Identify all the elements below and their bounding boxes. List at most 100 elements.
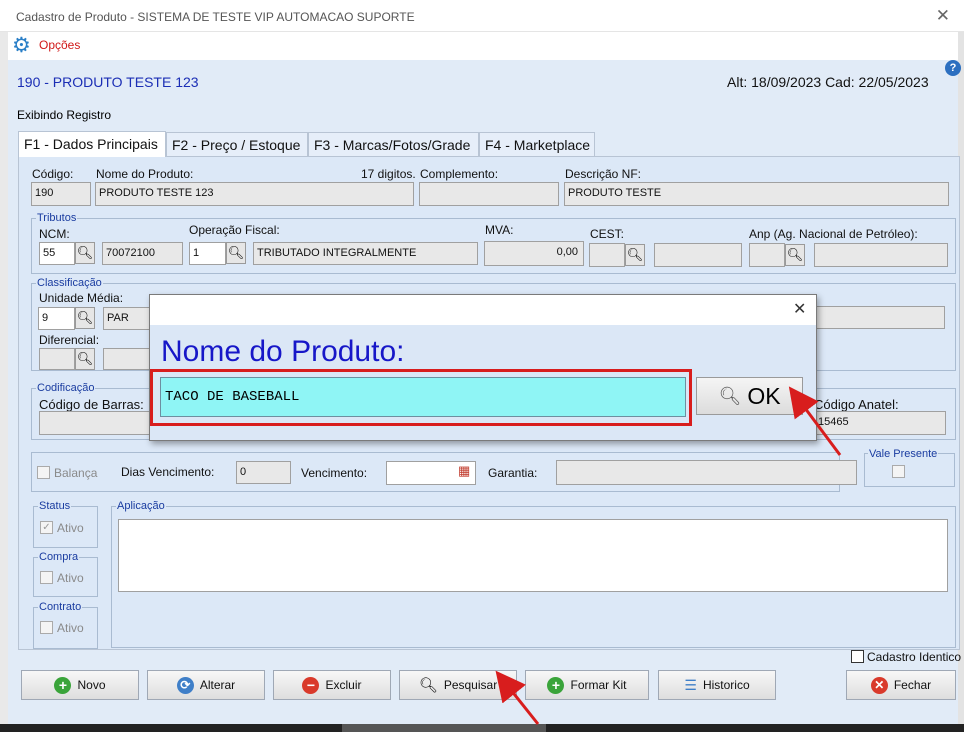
codigo-barras-field[interactable] bbox=[39, 411, 163, 435]
cest-label: CEST: bbox=[590, 227, 625, 241]
diferencial-search-icon[interactable]: 🔍︎ bbox=[75, 348, 95, 370]
status-group-label: Status bbox=[38, 500, 72, 512]
anp-value-field[interactable] bbox=[814, 243, 948, 267]
operacao-fiscal-search-icon[interactable]: 🔍︎ bbox=[226, 242, 246, 264]
list-icon: ☰ bbox=[684, 676, 697, 693]
garantia-field[interactable] bbox=[556, 460, 857, 485]
record-dates: Alt: 18/09/2023 Cad: 22/05/2023 bbox=[727, 74, 929, 90]
tab-preco-estoque[interactable]: F2 - Preço / Estoque bbox=[166, 132, 308, 157]
window-close-button[interactable]: ✕ bbox=[936, 6, 950, 26]
pesquisar-button[interactable]: 🔍︎ Pesquisar bbox=[399, 670, 517, 700]
dialog-close-button[interactable]: ✕ bbox=[793, 299, 806, 319]
complemento-field[interactable] bbox=[419, 182, 559, 206]
vale-presente-label: Vale Presente bbox=[868, 448, 939, 460]
contrato-ativo-checkbox[interactable] bbox=[40, 621, 53, 634]
mva-label: MVA: bbox=[485, 223, 514, 237]
operacao-fiscal-value-field[interactable]: TRIBUTADO INTEGRALMENTE bbox=[253, 242, 478, 265]
excluir-button-label: Excluir bbox=[325, 678, 362, 692]
compra-ativo-checkbox[interactable] bbox=[40, 571, 53, 584]
menu-opcoes[interactable]: Opções bbox=[39, 38, 80, 52]
unidade-media-label: Unidade Média: bbox=[39, 291, 124, 305]
historico-button[interactable]: ☰ Historico bbox=[658, 670, 776, 700]
aplicacao-textarea[interactable] bbox=[118, 519, 948, 592]
descricao-nf-field[interactable]: PRODUTO TESTE bbox=[564, 182, 949, 206]
dias-vencimento-field[interactable]: 0 bbox=[236, 461, 291, 484]
nome-produto-label: Nome do Produto: bbox=[96, 167, 194, 181]
ncm-value-field[interactable]: 70072100 bbox=[102, 242, 183, 265]
dialog-title: Nome do Produto: bbox=[161, 335, 405, 368]
nome-produto-field[interactable]: PRODUTO TESTE 123 bbox=[95, 182, 414, 206]
vencimento-label: Vencimento: bbox=[301, 466, 368, 480]
cest-value-field[interactable] bbox=[654, 243, 742, 267]
anp-code-field[interactable] bbox=[749, 243, 785, 267]
formar-kit-button[interactable]: + Formar Kit bbox=[525, 670, 649, 700]
codigo-field[interactable]: 190 bbox=[31, 182, 91, 206]
tab-marketplace[interactable]: F4 - Marketplace bbox=[479, 132, 595, 157]
magnifier-icon: 🔍︎ bbox=[418, 677, 438, 694]
unidade-search-icon[interactable]: 🔍︎ bbox=[75, 307, 95, 329]
dialog-titlebar bbox=[150, 295, 816, 325]
calendar-icon[interactable]: ▦ bbox=[458, 463, 470, 479]
operacao-fiscal-label: Operação Fiscal: bbox=[189, 223, 280, 237]
fechar-button-label: Fechar bbox=[893, 678, 932, 692]
codigo-anatel-label: Código Anatel: bbox=[814, 397, 899, 412]
window-title: Cadastro de Produto - SISTEMA DE TESTE V… bbox=[16, 10, 415, 24]
cest-code-field[interactable] bbox=[589, 243, 625, 267]
balanca-checkbox[interactable] bbox=[37, 466, 50, 479]
classificacao-right-field[interactable] bbox=[814, 306, 945, 329]
nome-produto-dialog: ✕ Nome do Produto: TACO DE BASEBALL 🔍︎ OK bbox=[149, 294, 817, 441]
plus-icon: + bbox=[54, 676, 72, 694]
cest-search-icon[interactable]: 🔍︎ bbox=[625, 244, 645, 266]
dias-vencimento-label: Dias Vencimento: bbox=[121, 465, 215, 479]
nome-produto-input[interactable]: TACO DE BASEBALL bbox=[160, 377, 686, 417]
vale-presente-checkbox[interactable] bbox=[892, 465, 905, 478]
excluir-button[interactable]: − Excluir bbox=[273, 670, 391, 700]
cadastro-identico-label: Cadastro Identico bbox=[867, 650, 962, 664]
cadastro-identico-checkbox[interactable] bbox=[851, 650, 864, 663]
ok-button-label: OK bbox=[747, 382, 781, 409]
aplicacao-group-label: Aplicação bbox=[116, 500, 166, 512]
codigo-barras-label: Código de Barras: bbox=[39, 397, 144, 412]
ncm-search-icon[interactable]: 🔍︎ bbox=[75, 242, 95, 264]
refresh-icon: ⟳ bbox=[176, 676, 194, 694]
fechar-button[interactable]: ✕ Fechar bbox=[846, 670, 956, 700]
window-titlebar: Cadastro de Produto - SISTEMA DE TESTE V… bbox=[0, 0, 964, 32]
operacao-fiscal-code-field[interactable]: 1 bbox=[189, 242, 226, 265]
pesquisar-button-label: Pesquisar bbox=[443, 678, 498, 692]
tributos-group-label: Tributos bbox=[36, 212, 78, 224]
menubar: ⚙ Opções bbox=[8, 32, 958, 60]
complemento-label: Complemento: bbox=[420, 167, 499, 181]
product-title: 190 - PRODUTO TESTE 123 bbox=[17, 74, 199, 90]
unidade-code-field[interactable]: 9 bbox=[38, 307, 75, 330]
novo-button-label: Novo bbox=[77, 678, 106, 692]
ncm-code-field[interactable]: 55 bbox=[39, 242, 75, 265]
codigo-label: Código: bbox=[32, 167, 74, 181]
taskbar-item[interactable] bbox=[342, 724, 546, 732]
background-window-edge bbox=[0, 0, 8, 732]
ok-button[interactable]: 🔍︎ OK bbox=[696, 377, 803, 415]
codigo-anatel-field[interactable]: 15465 bbox=[814, 411, 946, 435]
help-icon[interactable]: ? bbox=[945, 60, 961, 76]
status-ativo-checkbox[interactable]: ✓ bbox=[40, 521, 53, 534]
descricao-nf-label: Descrição NF: bbox=[565, 167, 642, 181]
garantia-label: Garantia: bbox=[488, 466, 538, 480]
novo-button[interactable]: + Novo bbox=[21, 670, 139, 700]
anp-label: Anp (Ag. Nacional de Petróleo): bbox=[749, 227, 918, 241]
mva-field[interactable]: 0,00 bbox=[484, 241, 584, 266]
historico-button-label: Historico bbox=[702, 678, 750, 692]
anp-search-icon[interactable]: 🔍︎ bbox=[785, 244, 805, 266]
plus-icon: + bbox=[547, 676, 565, 694]
alterar-button-label: Alterar bbox=[199, 678, 236, 692]
magnifier-icon: 🔍︎ bbox=[718, 385, 742, 406]
close-icon: ✕ bbox=[870, 676, 888, 694]
tab-dados-principais[interactable]: F1 - Dados Principais bbox=[18, 131, 166, 157]
formar-kit-button-label: Formar Kit bbox=[570, 678, 627, 692]
alterar-button[interactable]: ⟳ Alterar bbox=[147, 670, 265, 700]
contrato-ativo-label: Ativo bbox=[57, 621, 84, 635]
minus-icon: − bbox=[302, 676, 320, 694]
digitos-label: 17 digitos. bbox=[361, 167, 416, 181]
status-text: Exibindo Registro bbox=[17, 108, 112, 122]
ncm-label: NCM: bbox=[39, 227, 70, 241]
tab-marcas-fotos-grade[interactable]: F3 - Marcas/Fotos/Grade bbox=[308, 132, 479, 157]
diferencial-code-field[interactable] bbox=[39, 348, 75, 370]
